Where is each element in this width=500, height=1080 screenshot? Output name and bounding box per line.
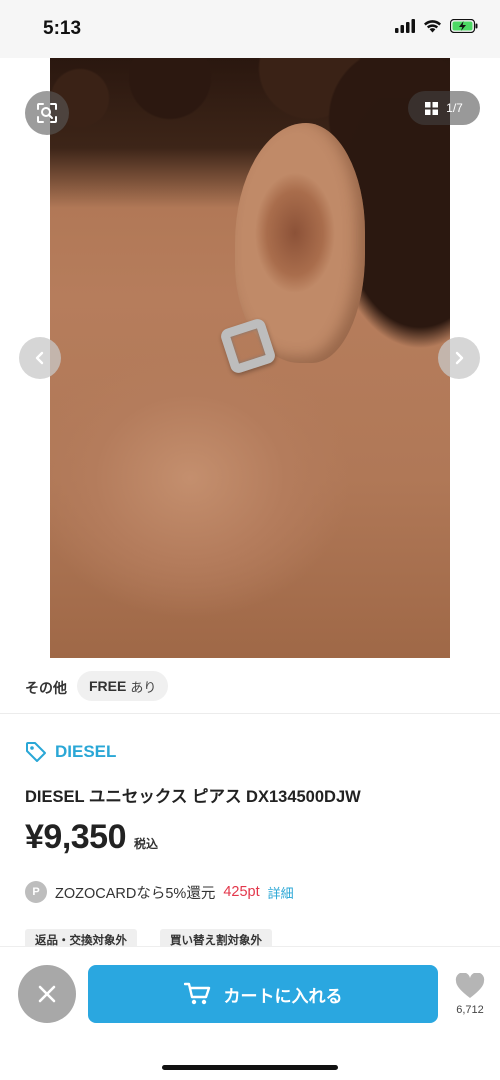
signal-icon (395, 19, 415, 33)
bottom-action-bar: カートに入れる 6,712 (0, 947, 500, 1080)
price-row: ¥9,350 税込 (25, 818, 158, 857)
add-to-cart-button[interactable]: カートに入れる (88, 965, 438, 1023)
page-counter: 1/7 (446, 101, 463, 115)
points-badge-icon: P (25, 881, 47, 903)
tag-icon (26, 742, 46, 762)
status-icons (395, 19, 478, 33)
product-image-gallery[interactable]: 1/7 (0, 58, 500, 658)
close-button[interactable] (18, 965, 76, 1023)
tax-included-label: 税込 (134, 837, 159, 851)
previous-image-button[interactable] (19, 337, 61, 379)
brand-link[interactable]: DIESEL (25, 741, 116, 763)
points-detail-link[interactable]: 詳細 (268, 883, 294, 902)
battery-charging-icon (450, 19, 478, 33)
size-row: その他 FREE あり (0, 658, 500, 714)
favorite-count: 6,712 (456, 1004, 484, 1016)
product-title: DIESEL ユニセックス ピアス DX134500DJW (25, 788, 361, 806)
size-color-label: その他 (25, 680, 67, 696)
size-chip[interactable]: FREE あり (77, 671, 169, 701)
page-current: 1 (446, 101, 453, 115)
points-amount: 425pt (223, 884, 260, 900)
image-search-button[interactable] (25, 91, 69, 135)
heart-icon (455, 973, 485, 998)
size-availability: あり (130, 679, 157, 695)
chevron-right-icon (455, 351, 464, 365)
favorite-button[interactable]: 6,712 (450, 973, 490, 1016)
brand-name: DIESEL (55, 742, 117, 761)
chevron-left-icon (35, 351, 44, 365)
image-search-icon (37, 103, 57, 123)
close-icon (38, 985, 56, 1003)
product-price: ¥9,350 (25, 818, 127, 856)
page-total: 7 (456, 101, 463, 115)
next-image-button[interactable] (438, 337, 480, 379)
page-indicator[interactable]: 1/7 (408, 91, 480, 125)
points-row: P ZOZOCARDなら5%還元 425pt 詳細 (25, 881, 294, 903)
add-to-cart-label: カートに入れる (223, 986, 343, 1006)
product-photo[interactable] (50, 58, 450, 658)
home-indicator[interactable] (162, 1065, 338, 1070)
status-time: 5:13 (43, 18, 82, 39)
status-bar: 5:13 (0, 0, 500, 58)
wifi-icon (424, 20, 441, 33)
points-text: ZOZOCARDなら5%還元 (55, 885, 216, 902)
size-value: FREE (89, 678, 127, 694)
grid-icon (425, 101, 439, 115)
cart-icon (183, 982, 210, 1005)
